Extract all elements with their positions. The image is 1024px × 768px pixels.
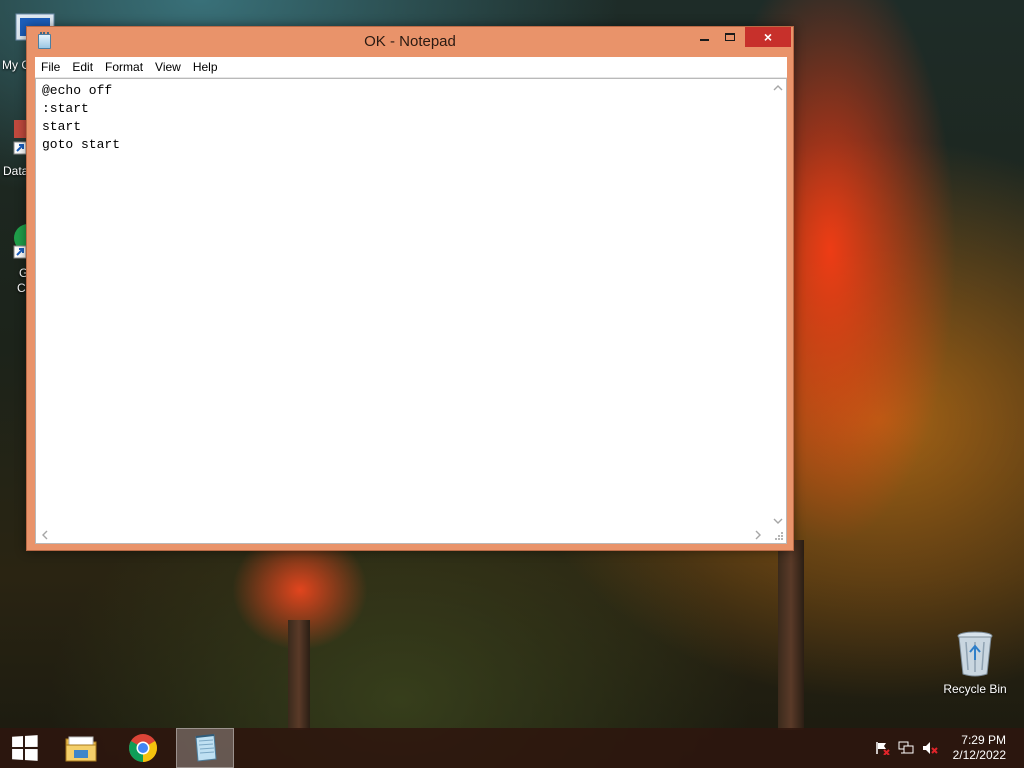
text-line: @echo off xyxy=(42,83,113,98)
desktop-icon-label: Recycle Bin xyxy=(943,682,1007,696)
text-line: goto start xyxy=(42,137,121,152)
text-line: :start xyxy=(42,101,89,116)
minimize-icon xyxy=(699,39,709,41)
menu-help[interactable]: Help xyxy=(187,57,224,78)
clock-date: 2/12/2022 xyxy=(952,748,1006,762)
resize-grip-icon xyxy=(775,532,783,540)
scroll-right-icon[interactable] xyxy=(755,530,761,540)
maximize-button[interactable] xyxy=(717,27,743,47)
network-icon[interactable] xyxy=(898,741,914,755)
desktop-icon-label: Data xyxy=(3,164,29,178)
desktop-icon-label: C xyxy=(17,281,26,295)
menu-file[interactable]: File xyxy=(35,57,66,78)
resize-grip[interactable] xyxy=(769,526,786,543)
text-line: start xyxy=(42,119,82,134)
menu-edit[interactable]: Edit xyxy=(66,57,99,78)
taskbar-chrome[interactable] xyxy=(120,728,166,768)
title-bar[interactable]: OK - Notepad × xyxy=(27,27,793,57)
maximize-icon xyxy=(725,33,735,41)
taskbar-file-explorer[interactable] xyxy=(58,728,104,768)
desktop-icon-data[interactable]: Data xyxy=(0,118,28,178)
volume-muted-icon[interactable] xyxy=(922,741,938,755)
text-editor[interactable]: @echo off :start start goto start xyxy=(35,78,787,544)
editor-text-area[interactable]: @echo off :start start goto start xyxy=(42,82,762,522)
notepad-icon xyxy=(195,734,217,762)
taskbar-notepad[interactable] xyxy=(176,728,234,768)
desktop-icon-recycle-bin[interactable]: Recycle Bin xyxy=(938,630,1012,696)
close-icon: × xyxy=(763,29,773,45)
vertical-scrollbar[interactable] xyxy=(769,79,786,528)
windows-start-icon xyxy=(12,735,38,761)
desktop-icon-google-chrome[interactable]: G C xyxy=(0,222,42,295)
file-explorer-icon xyxy=(65,736,97,762)
chrome-shortcut-icon xyxy=(13,224,42,259)
menu-view[interactable]: View xyxy=(149,57,187,78)
system-clock[interactable]: 7:29 PM 2/12/2022 xyxy=(953,733,1006,763)
menu-bar: File Edit Format View Help xyxy=(35,57,787,78)
minimize-button[interactable] xyxy=(691,27,717,47)
shortcut-icon xyxy=(13,120,28,155)
horizontal-scrollbar[interactable] xyxy=(36,526,769,543)
window-title: OK - Notepad xyxy=(364,33,456,50)
scroll-left-icon[interactable] xyxy=(42,530,48,540)
desktop-icon-my-computer[interactable]: My C xyxy=(0,10,55,72)
notepad-window[interactable]: OK - Notepad × File Edit Format View Hel… xyxy=(26,26,794,551)
menu-format[interactable]: Format xyxy=(99,57,149,78)
scroll-up-icon[interactable] xyxy=(773,85,783,91)
scroll-down-icon[interactable] xyxy=(773,518,783,524)
taskbar: 7:29 PM 2/12/2022 xyxy=(0,728,1024,768)
recycle-bin-icon xyxy=(957,631,993,677)
action-center-flag-icon[interactable] xyxy=(874,741,890,755)
close-button[interactable]: × xyxy=(745,27,791,47)
chrome-icon xyxy=(129,734,157,762)
clock-time: 7:29 PM xyxy=(961,733,1006,747)
start-button[interactable] xyxy=(0,728,48,768)
